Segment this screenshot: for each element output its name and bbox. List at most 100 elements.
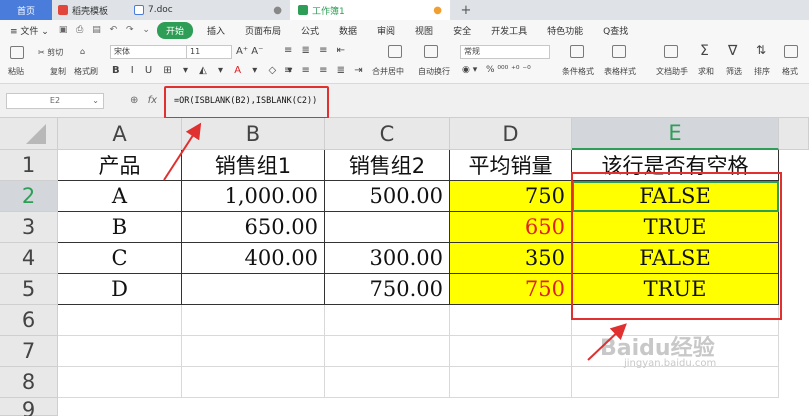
cell-e3[interactable]: TRUE — [572, 212, 779, 243]
format-icon[interactable] — [784, 45, 798, 60]
sort-button[interactable]: 排序 — [754, 66, 770, 77]
cell-e5[interactable]: TRUE — [572, 274, 779, 305]
merge-center-icon[interactable] — [388, 45, 402, 60]
cell-a2[interactable]: A — [58, 181, 182, 212]
empty-cell[interactable] — [325, 367, 450, 398]
format-painter-icon[interactable]: ⌂ — [80, 47, 85, 56]
align-horizontal-icons[interactable]: ≡ ≡ ≡ ≣ ⇥ — [284, 65, 366, 76]
tab-doc[interactable]: 7.doc ● — [130, 0, 290, 20]
cell-d4[interactable]: 350 — [450, 243, 572, 274]
row-header-5[interactable]: 5 — [0, 274, 58, 305]
currency-icon[interactable]: ◉ ▾ — [462, 65, 477, 75]
filter-button[interactable]: 筛选 — [726, 66, 742, 77]
row-header-7[interactable]: 7 — [0, 336, 58, 367]
sum-button[interactable]: 求和 — [698, 66, 714, 77]
empty-cell[interactable] — [450, 367, 572, 398]
column-header-e[interactable]: E — [572, 118, 779, 150]
cell-d5[interactable]: 750 — [450, 274, 572, 305]
menu-security[interactable]: 安全 — [443, 24, 481, 37]
copy-button[interactable]: 复制 — [50, 66, 66, 77]
cell-a4[interactable]: C — [58, 243, 182, 274]
cell-c5[interactable]: 750.00 — [325, 274, 450, 305]
filter-icon[interactable]: ∇ — [728, 43, 737, 59]
menu-search[interactable]: Q查找 — [593, 24, 638, 37]
cell-a3[interactable]: B — [58, 212, 182, 243]
row-header-8[interactable]: 8 — [0, 367, 58, 398]
name-box[interactable]: E2 ⌄ — [6, 93, 104, 109]
empty-cell[interactable] — [450, 305, 572, 336]
font-grow-icon[interactable]: A⁺ A⁻ — [236, 46, 263, 57]
cell-b3[interactable]: 650.00 — [182, 212, 325, 243]
paste-icon[interactable] — [10, 46, 24, 61]
doc-helper-button[interactable]: 文档助手 — [656, 66, 688, 77]
empty-cell[interactable] — [572, 367, 779, 398]
column-header-b[interactable]: B — [182, 118, 325, 150]
wrap-text-icon[interactable] — [424, 45, 438, 60]
header-cell-d1[interactable]: 平均销量 — [450, 150, 572, 181]
header-cell-e1[interactable]: 该行是否有空格 — [572, 150, 779, 181]
number-format-select[interactable]: 常规 — [460, 45, 550, 59]
tab-home[interactable]: 首页 — [0, 0, 52, 20]
formula-input[interactable]: =OR(ISBLANK(B2),ISBLANK(C2)) — [174, 96, 317, 106]
conditional-format-icon[interactable] — [570, 45, 584, 60]
menu-file[interactable]: ≡ 文件 ⌄ — [0, 24, 59, 37]
header-cell-c1[interactable]: 销售组2 — [325, 150, 450, 181]
column-header-d[interactable]: D — [450, 118, 572, 150]
tab-workbook[interactable]: 工作簿1 ● — [290, 0, 450, 20]
fx-icon[interactable]: fx — [148, 95, 157, 106]
close-icon[interactable]: ● — [273, 5, 282, 16]
cell-c2[interactable]: 500.00 — [325, 181, 450, 212]
table-style-icon[interactable] — [612, 45, 626, 60]
sort-icon[interactable]: ⇅ — [756, 43, 766, 57]
format-painter-button[interactable]: 格式刷 — [74, 66, 98, 77]
menu-developer[interactable]: 开发工具 — [481, 24, 537, 37]
format-button[interactable]: 格式 — [782, 66, 798, 77]
zoom-icon[interactable]: ⊕ — [130, 95, 138, 106]
sum-icon[interactable]: Σ — [700, 43, 709, 59]
close-icon[interactable]: ● — [433, 5, 442, 16]
header-cell-b1[interactable]: 销售组1 — [182, 150, 325, 181]
paste-button[interactable]: 粘贴 — [8, 66, 24, 77]
menu-formulas[interactable]: 公式 — [291, 24, 329, 37]
column-header-a[interactable]: A — [58, 118, 182, 150]
menu-data[interactable]: 数据 — [329, 24, 367, 37]
empty-cell[interactable] — [182, 336, 325, 367]
cell-d2[interactable]: 750 — [450, 181, 572, 212]
menu-insert[interactable]: 插入 — [197, 24, 235, 37]
column-header-f[interactable] — [779, 118, 809, 150]
cell-c3[interactable] — [325, 212, 450, 243]
cell-e4[interactable]: FALSE — [572, 243, 779, 274]
conditional-format-button[interactable]: 条件格式 — [562, 66, 594, 77]
row-header-1[interactable]: 1 — [0, 150, 58, 181]
font-size-select[interactable]: 11 — [186, 45, 232, 59]
empty-cell[interactable] — [58, 367, 182, 398]
row-header-9[interactable]: 9 — [0, 398, 58, 416]
doc-helper-icon[interactable] — [664, 45, 678, 60]
menu-start[interactable]: 开始 — [156, 21, 193, 39]
row-header-3[interactable]: 3 — [0, 212, 58, 243]
merge-center-button[interactable]: 合并居中 — [372, 66, 404, 77]
cell-e2[interactable]: FALSE — [572, 181, 779, 212]
empty-cell[interactable] — [450, 336, 572, 367]
font-style-icons[interactable]: B I U ⊞ ▾ ◭ ▾ A ▾ ◇ ▾ — [112, 65, 296, 76]
empty-cell[interactable] — [182, 367, 325, 398]
column-header-c[interactable]: C — [325, 118, 450, 150]
empty-cell[interactable] — [182, 305, 325, 336]
cell-c4[interactable]: 300.00 — [325, 243, 450, 274]
cell-d3[interactable]: 650 — [450, 212, 572, 243]
chevron-down-icon[interactable]: ⌄ — [92, 94, 99, 108]
header-cell-a1[interactable]: 产品 — [58, 150, 182, 181]
row-header-2[interactable]: 2 — [0, 181, 58, 212]
auto-wrap-button[interactable]: 自动换行 — [418, 66, 450, 77]
cut-button[interactable]: ✂ 剪切 — [38, 47, 63, 58]
select-all-corner[interactable] — [0, 118, 58, 150]
empty-cell[interactable] — [58, 336, 182, 367]
menu-review[interactable]: 审阅 — [367, 24, 405, 37]
menu-features[interactable]: 特色功能 — [537, 24, 593, 37]
empty-cell[interactable] — [325, 336, 450, 367]
align-top-icons[interactable]: ≡ ≣ ≡ ⇤ — [284, 45, 348, 56]
number-format-tools[interactable]: % ⁰⁰⁰ ⁺⁰ ⁻⁰ — [486, 65, 531, 75]
menu-view[interactable]: 视图 — [405, 24, 443, 37]
cell-b5[interactable] — [182, 274, 325, 305]
new-tab-button[interactable]: + — [456, 0, 476, 20]
